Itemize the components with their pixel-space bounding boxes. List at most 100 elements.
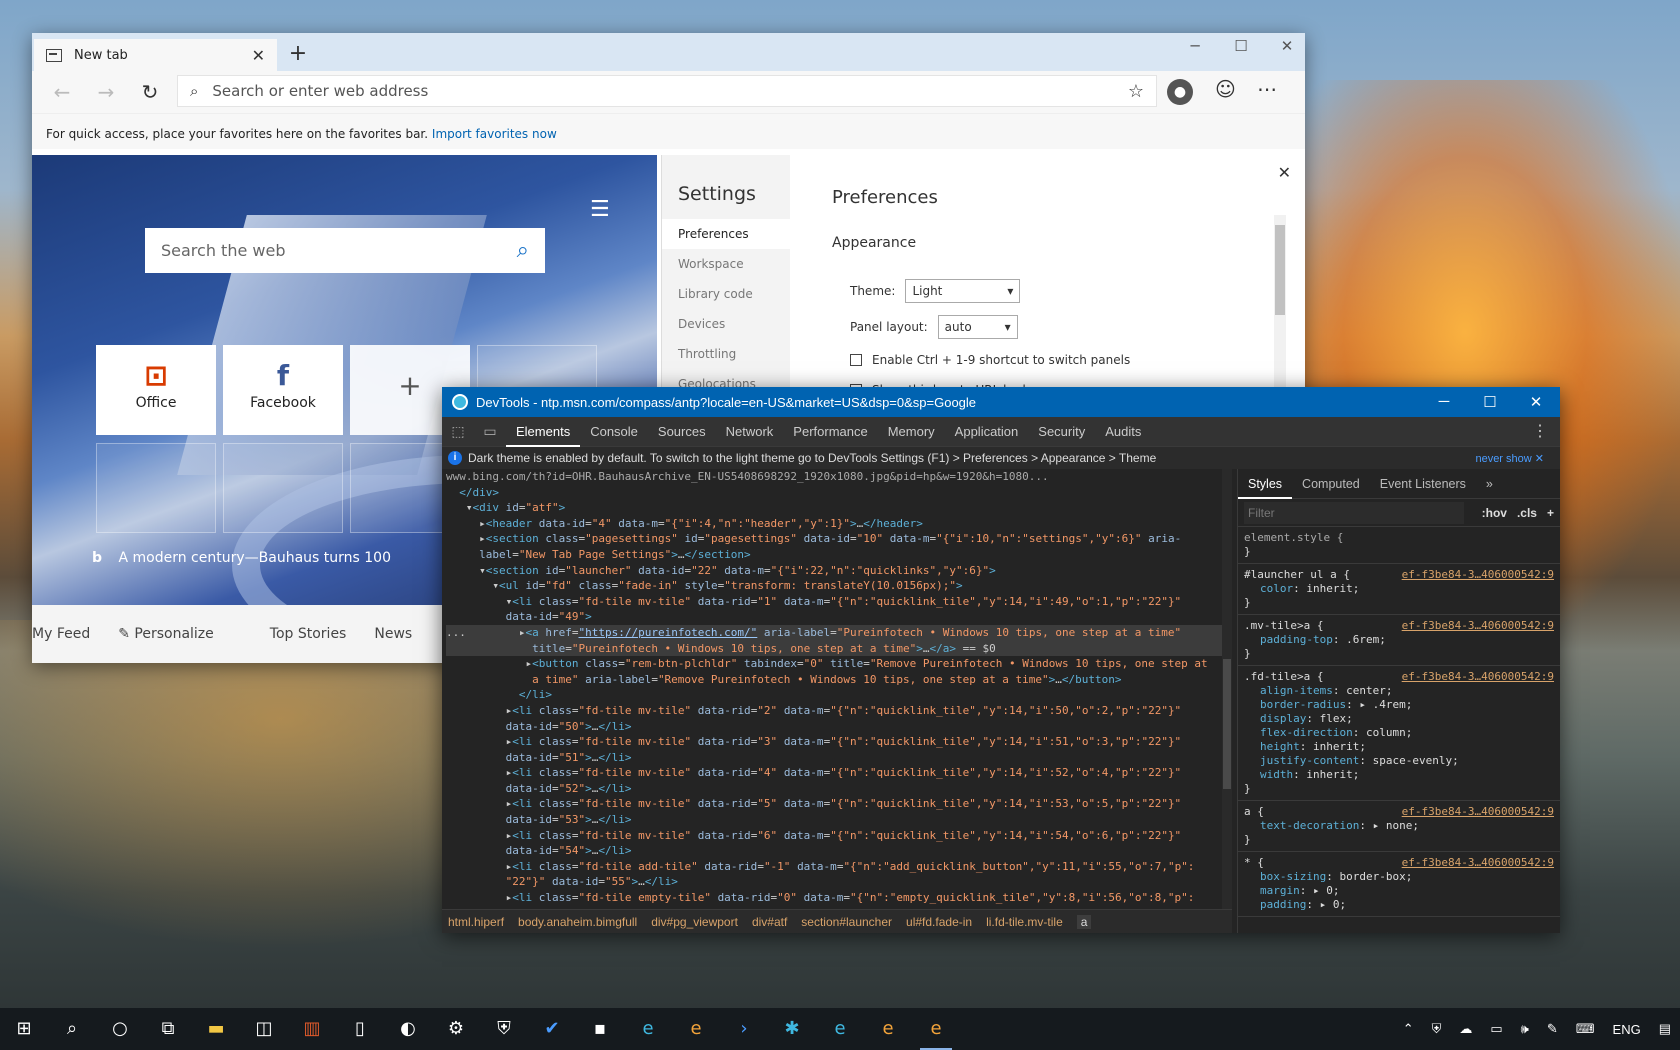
css-property[interactable]: border-radius: ▸ .4rem; (1244, 698, 1554, 712)
dom-line[interactable]: </div> (446, 485, 1228, 501)
sandbox-icon[interactable]: ✱ (768, 1008, 816, 1050)
tab-console[interactable]: Console (580, 417, 648, 447)
close-settings-icon[interactable]: ✕ (1278, 163, 1291, 182)
css-property[interactable]: padding-top: .6rem; (1244, 633, 1554, 647)
rule-source-link[interactable]: ef-f3be84-3…406000542:9 (1402, 856, 1554, 870)
dom-line[interactable]: ▸<li class="fd-tile mv-tile" data-rid="6… (446, 828, 1228, 844)
css-property[interactable]: text-decoration: ▸ none; (1244, 819, 1554, 833)
dom-line[interactable]: ▸<section class="pagesettings" id="pages… (446, 531, 1228, 547)
css-property[interactable]: height: inherit; (1244, 740, 1554, 754)
dom-line[interactable]: data-id="54">…</li> (446, 843, 1228, 859)
breadcrumb-item[interactable]: div#pg_viewport (651, 915, 738, 929)
back-button[interactable]: ← (40, 80, 84, 104)
security-shield-icon[interactable]: ⛨ (480, 1008, 528, 1050)
css-property[interactable]: color: inherit; (1244, 582, 1554, 596)
settings-item-devices[interactable]: Devices (662, 309, 790, 339)
dom-line[interactable]: ▸<li class="fd-tile mv-tile" data-rid="5… (446, 796, 1228, 812)
breadcrumb-item[interactable]: li.fd-tile.mv-tile (986, 915, 1063, 929)
settings-gear-icon[interactable]: ⚙ (432, 1008, 480, 1050)
new-rule-icon[interactable]: + (1547, 506, 1554, 520)
profile-avatar[interactable]: ● (1167, 79, 1193, 105)
dom-line[interactable]: ▸<li class="fd-tile empty-tile" data-rid… (446, 890, 1228, 906)
ctrl-shortcut-checkbox[interactable] (850, 354, 862, 366)
onedrive-icon[interactable]: ☁ (1459, 1021, 1472, 1037)
start-windows-icon[interactable]: ⊞ (0, 1008, 48, 1050)
settings-item-preferences[interactable]: Preferences (662, 219, 790, 249)
web-search-box[interactable]: Search the web ⌕ (145, 228, 545, 273)
scrollbar-thumb[interactable] (1275, 225, 1285, 315)
phone-icon[interactable]: ▯ (336, 1008, 384, 1050)
breadcrumb-item[interactable]: ul#fd.fade-in (906, 915, 972, 929)
file-explorer-icon[interactable]: ▬ (192, 1008, 240, 1050)
dom-line[interactable]: www.bing.com/th?id=OHR.BauhausArchive_EN… (446, 469, 1228, 485)
breadcrumb-item[interactable]: div#atf (752, 915, 787, 929)
dom-line-selected[interactable]: ... ▸<a href="https://pureinfotech.com/"… (446, 624, 1228, 641)
minimize-button[interactable]: ─ (1172, 37, 1218, 55)
rule-source-link[interactable]: ef-f3be84-3…406000542:9 (1402, 568, 1554, 582)
close-tab-icon[interactable]: ✕ (252, 46, 265, 65)
inspect-element-icon[interactable]: ⬚ (442, 423, 474, 440)
edge-dev-icon[interactable]: e (864, 1008, 912, 1050)
css-property[interactable]: padding: ▸ 0; (1244, 898, 1554, 912)
pen-icon[interactable]: ✎ (1547, 1021, 1558, 1037)
minimize-button[interactable]: ─ (1424, 393, 1464, 410)
settings-item-workspace[interactable]: Workspace (662, 249, 790, 279)
css-property[interactable]: margin: ▸ 0; (1244, 884, 1554, 898)
breadcrumb-item[interactable]: body.anaheim.bimgfull (518, 915, 637, 929)
dom-line[interactable]: ▸<li class="fd-tile add-tile" data-rid="… (446, 859, 1228, 875)
nav-my-feed[interactable]: My Feed (32, 626, 90, 642)
css-property[interactable]: display: flex; (1244, 712, 1554, 726)
class-toggle[interactable]: .cls (1517, 506, 1537, 520)
tab-event-listeners[interactable]: Event Listeners (1370, 469, 1476, 499)
dom-line[interactable]: ▾<ul id="fd" class="fade-in" style="tran… (446, 578, 1228, 594)
breadcrumb-item[interactable]: html.hiperf (448, 915, 504, 929)
rule-source-link[interactable]: ef-f3be84-3…406000542:9 (1402, 619, 1554, 633)
css-property[interactable]: justify-content: space-evenly; (1244, 754, 1554, 768)
feedback-smiley-icon[interactable]: ☺ (1215, 77, 1236, 101)
theme-select[interactable]: Light ▾ (905, 279, 1021, 303)
scrollbar-thumb[interactable] (1223, 659, 1231, 789)
tab-security[interactable]: Security (1028, 417, 1095, 447)
device-emulation-icon[interactable]: ▭ (474, 423, 506, 440)
rule-selector[interactable]: #launcher ul a { (1244, 568, 1350, 581)
favorite-star-icon[interactable]: ☆ (1128, 81, 1144, 102)
tab-network[interactable]: Network (716, 417, 784, 447)
settings-item-library-code[interactable]: Library code (662, 279, 790, 309)
dom-line[interactable]: "22"}" data-id="55">…</li> (446, 874, 1228, 890)
rule-selector[interactable]: * { (1244, 856, 1264, 869)
cortana-icon[interactable]: ○ (96, 1008, 144, 1050)
more-tabs-icon[interactable]: » (1476, 469, 1503, 499)
language-indicator[interactable]: ENG (1613, 1022, 1641, 1037)
new-tab-button[interactable]: + (283, 41, 313, 66)
rule-selector[interactable]: .fd-tile>a { (1244, 670, 1323, 683)
dom-line[interactable]: data-id="49"> (446, 609, 1228, 625)
tab-memory[interactable]: Memory (878, 417, 945, 447)
defender-icon[interactable]: ⛨ (1432, 1021, 1442, 1037)
dom-line[interactable]: </li> (446, 687, 1228, 703)
search-icon[interactable]: ⌕ (48, 1008, 96, 1050)
quicklink-facebook[interactable]: f Facebook (223, 345, 343, 435)
store-icon[interactable]: ◫ (240, 1008, 288, 1050)
tab-elements[interactable]: Elements (506, 417, 581, 447)
tab-application[interactable]: Application (945, 417, 1029, 447)
tab-new-tab[interactable]: New tab ✕ (34, 39, 277, 71)
dom-line[interactable]: ▾<div id="atf"> (446, 500, 1228, 516)
nav-personalize[interactable]: ✎ Personalize (118, 626, 242, 642)
dom-line[interactable]: ▸<header data-id="4" data-m="{"i":4,"n":… (446, 516, 1228, 532)
import-favorites-link[interactable]: Import favorites now (432, 127, 557, 141)
rule-source-link[interactable]: ef-f3be84-3…406000542:9 (1402, 670, 1554, 684)
refresh-button[interactable]: ↻ (128, 80, 172, 104)
tab-computed[interactable]: Computed (1292, 469, 1370, 499)
terminal-icon[interactable]: ▪ (576, 1008, 624, 1050)
never-show-link[interactable]: never show ✕ (1475, 452, 1544, 465)
close-window-button[interactable]: ✕ (1264, 37, 1305, 55)
rule-selector[interactable]: a { (1244, 805, 1264, 818)
quicklink-office[interactable]: ⊡ Office (96, 345, 216, 435)
panel-layout-select[interactable]: auto ▾ (937, 315, 1018, 339)
search-icon[interactable]: ⌕ (517, 238, 529, 263)
dom-line[interactable]: a time" aria-label="Remove Pureinfotech … (446, 672, 1228, 688)
notifications-icon[interactable]: ▤ (1659, 1021, 1671, 1037)
dom-line-selected[interactable]: title="Pureinfotech • Windows 10 tips, o… (446, 640, 1228, 657)
keyboard-icon[interactable]: ⌨ (1576, 1021, 1595, 1037)
tab-performance[interactable]: Performance (783, 417, 877, 447)
